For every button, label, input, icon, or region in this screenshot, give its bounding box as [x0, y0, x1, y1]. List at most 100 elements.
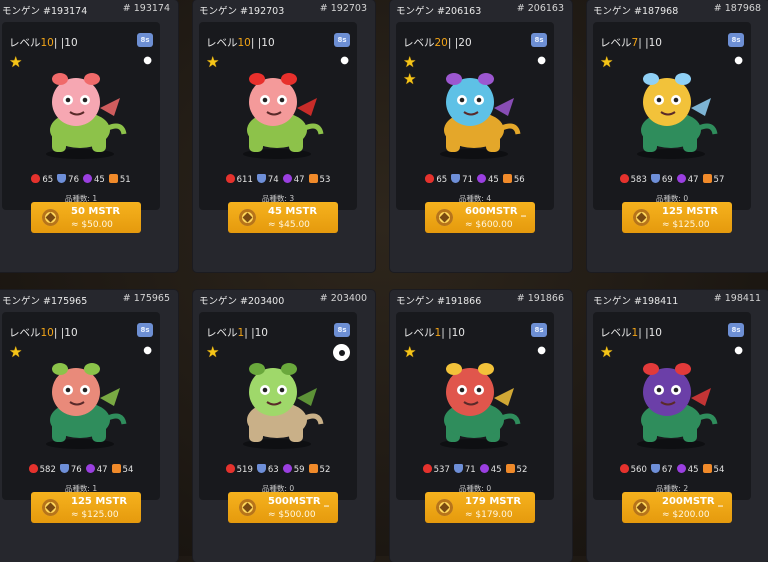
race-badge-icon: 8s — [531, 323, 547, 337]
monster-panel[interactable]: レベル7| |10 ★ 8s ● 583 69 47 57 品種数: 0 — [593, 22, 751, 210]
agility-stat: 54 — [111, 464, 134, 475]
stats-row: 519 63 59 52 — [199, 464, 357, 475]
buy-button[interactable]: 50 MSTR ≈ $50.00 — [31, 202, 141, 233]
cat-icon — [111, 464, 121, 473]
stats-row: 560 67 45 54 — [593, 464, 751, 475]
monster-card[interactable]: モンゲン #193174 # 193174 レベル10| |10 ★ 8s ● 65 76 45… — [0, 0, 178, 272]
monster-panel[interactable]: レベル10| |10 ★ 8s ● 582 76 47 54 品種数: 1 — [2, 312, 160, 500]
buy-button[interactable]: 600MSTR _ ≈ $600.00 — [425, 202, 535, 233]
price-usd: ≈ $600.00 — [465, 220, 513, 230]
level-max: | |20 — [447, 37, 472, 49]
mstr-coin-icon — [633, 499, 650, 516]
paw-icon: ● — [340, 55, 349, 66]
monster-image — [243, 73, 324, 159]
stats-row: 583 69 47 57 — [593, 174, 751, 185]
race-badge-icon: 8s — [728, 323, 744, 337]
heart-icon — [619, 174, 629, 183]
price-mstr: 500MSTR _ — [268, 496, 330, 507]
mstr-coin-icon — [436, 209, 453, 226]
level-prefix: レベル — [403, 327, 435, 339]
defense-stat-value: 76 — [68, 175, 79, 185]
buy-button[interactable]: 45 MSTR ≈ $45.00 — [228, 202, 338, 233]
card-title: モンゲン #193174 — [2, 6, 88, 17]
stats-row: 611 74 47 53 — [199, 174, 357, 185]
hp-stat-value: 611 — [236, 175, 253, 185]
magic-stat-value: 45 — [490, 465, 502, 475]
race-badge-icon: 8s — [137, 33, 153, 47]
level-label: レベル1| |10 — [206, 325, 268, 340]
star-icon: ★ — [206, 343, 220, 361]
buy-button[interactable]: 125 MSTR ≈ $125.00 — [622, 202, 732, 233]
hp-stat: 65 — [425, 174, 447, 185]
monster-panel[interactable]: レベル1| |10 ★ 8s ● 560 67 45 54 品種数: 2 — [593, 312, 751, 500]
race-badge-icon: 8s — [531, 33, 547, 47]
card-title: モンゲン #203400 — [199, 296, 285, 307]
monster-card[interactable]: モンゲン #203400 # 203400 レベル1| |10 ★ 8s 519 63 59 5… — [193, 290, 375, 562]
price-mstr: 600MSTR _ — [465, 206, 527, 217]
mstr-coin-icon — [239, 499, 256, 516]
price-usd: ≈ $179.00 — [465, 510, 513, 520]
monster-panel[interactable]: レベル10| |10 ★ 8s ● 611 74 47 53 品種数: 3 — [199, 22, 357, 210]
cat-icon — [702, 464, 712, 473]
star-icon: ★ — [403, 53, 417, 71]
magic-stat: 45 — [479, 464, 502, 475]
level-prefix: レベル — [206, 327, 238, 339]
magic-stat: 45 — [83, 174, 105, 185]
agility-stat-value: 54 — [122, 465, 134, 475]
mstr-coin-icon — [633, 209, 650, 226]
monster-image — [440, 363, 521, 449]
mstr-coin-icon — [42, 209, 59, 226]
monster-panel[interactable]: レベル10| |10 ★ 8s ● 65 76 45 51 品種数: 1 — [2, 22, 160, 210]
agility-stat-value: 51 — [119, 175, 131, 185]
level-current: 10 — [237, 37, 251, 49]
rarity-stars: ★ — [600, 54, 620, 71]
stats-row: 65 76 45 51 — [2, 174, 160, 185]
agility-stat: 56 — [502, 174, 525, 185]
agility-stat-value: 52 — [319, 465, 331, 475]
buy-button[interactable]: 125 MSTR ≈ $125.00 — [31, 492, 141, 523]
buy-button[interactable]: 179 MSTR ≈ $179.00 — [425, 492, 535, 523]
star-icon: ★ — [206, 53, 220, 71]
monster-card[interactable]: モンゲン #175965 # 175965 レベル10| |10 ★ 8s ● 582 76 4… — [0, 290, 178, 562]
mstr-coin-icon — [239, 209, 256, 226]
agility-stat: 52 — [308, 464, 331, 475]
rarity-stars: ★ — [9, 54, 29, 71]
agility-stat-value: 56 — [513, 175, 525, 185]
price-usd: ≈ $500.00 — [268, 510, 316, 520]
monster-card[interactable]: モンゲン #192703 # 192703 レベル10| |10 ★ 8s ● 611 74 4… — [193, 0, 375, 272]
monster-panel[interactable]: レベル20| |20 ★ ★ 8s ● 65 71 45 56 品種数: 4 — [396, 22, 554, 210]
paw-icon: ● — [537, 345, 546, 356]
monster-image — [637, 73, 718, 159]
rarity-stars: ★ — [206, 54, 226, 71]
card-title: モンゲン #191866 — [396, 296, 482, 307]
cat-icon — [308, 464, 318, 473]
level-max: | |10 — [53, 327, 78, 339]
defense-stat: 76 — [59, 464, 82, 475]
level-label: レベル10| |10 — [9, 35, 78, 50]
heart-icon — [619, 464, 629, 473]
agility-stat-value: 53 — [319, 175, 331, 185]
defense-stat: 71 — [451, 174, 473, 185]
card-title: モンゲン #187968 — [593, 6, 679, 17]
monster-panel[interactable]: レベル1| |10 ★ 8s 519 63 59 52 品種数: 0 — [199, 312, 357, 500]
agility-stat-value: 54 — [713, 465, 725, 475]
hp-stat: 583 — [619, 174, 647, 185]
defense-stat: 74 — [256, 174, 279, 185]
buy-button[interactable]: 200MSTR _ ≈ $200.00 — [622, 492, 732, 523]
buy-button[interactable]: 500MSTR _ ≈ $500.00 — [228, 492, 338, 523]
gear-icon — [335, 346, 348, 359]
monster-card[interactable]: モンゲン #198411 # 198411 レベル1| |10 ★ 8s ● 560 67 45… — [587, 290, 768, 562]
price-mstr: 125 MSTR — [662, 206, 719, 217]
monster-card[interactable]: モンゲン #206163 # 206163 レベル20| |20 ★ ★ 8s ● 65 71 4… — [390, 0, 572, 272]
card-id: # 193174 — [122, 3, 170, 14]
hp-stat-value: 537 — [433, 465, 450, 475]
orb-icon — [85, 464, 95, 473]
defense-stat: 63 — [256, 464, 279, 475]
monster-panel[interactable]: レベル1| |10 ★ 8s ● 537 71 45 52 品種数: 0 — [396, 312, 554, 500]
magic-stat-value: 47 — [96, 465, 108, 475]
monster-card[interactable]: モンゲン #187968 # 187968 レベル7| |10 ★ 8s ● 583 69 47… — [587, 0, 768, 272]
monster-card[interactable]: モンゲン #191866 # 191866 レベル1| |10 ★ 8s ● 537 71 45… — [390, 290, 572, 562]
hp-stat-value: 65 — [42, 175, 54, 185]
shield-icon — [57, 174, 67, 183]
orb-icon — [282, 464, 292, 473]
